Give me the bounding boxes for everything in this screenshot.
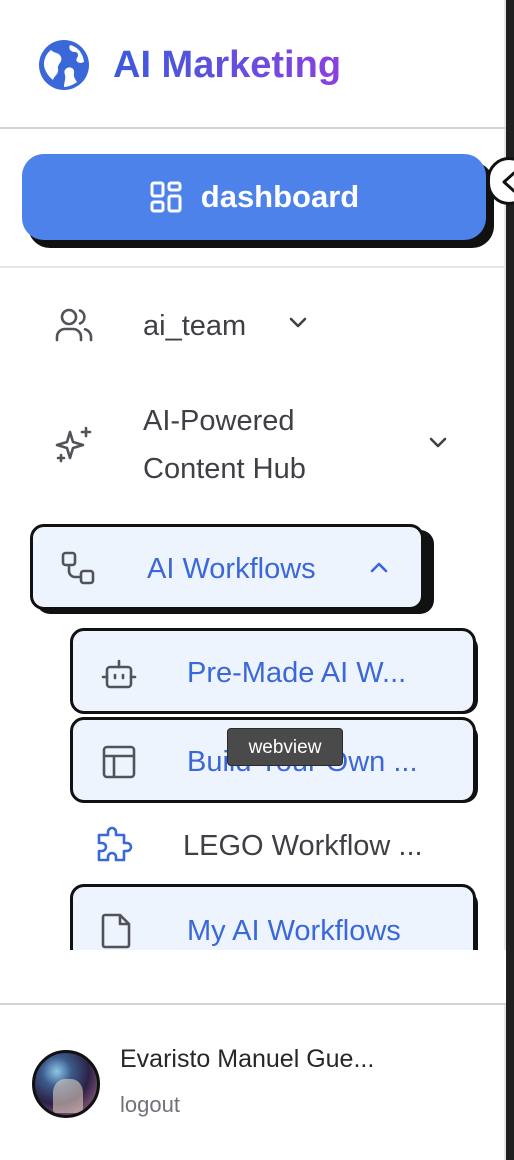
nav-item-ai-workflows[interactable]: AI Workflows [30,524,434,614]
footer-divider [0,1003,506,1005]
workflow-icon [61,551,95,585]
brand-title: AI Marketing [113,40,341,90]
chevron-up-icon [370,562,388,573]
sidebar: AI Marketing dashboard ai_team AI-Powere… [0,0,506,1160]
scroll-clip [0,950,506,1004]
users-icon [55,308,93,342]
nav-label-content-hub-line2: Content Hub [143,453,306,485]
user-name: Evaristo Manuel Gue... [120,1045,375,1073]
layout-template-icon [102,745,136,779]
submenu-label-pre-made: Pre-Made AI W... [187,657,407,689]
tooltip: webview [227,728,343,766]
layout-grid-icon [150,181,182,213]
avatar[interactable] [32,1050,100,1118]
globe-icon [39,40,89,90]
nav-label-ai-team: ai_team [143,310,247,342]
submenu-item-pre-made-button[interactable]: Pre-Made AI W... [70,628,476,714]
submenu-label-lego-workflow: LEGO Workflow ... [183,830,423,862]
sidebar-header: AI Marketing [0,0,506,129]
dashboard-button[interactable]: dashboard [22,154,486,240]
dashboard-button-wrap: dashboard [22,154,494,248]
file-icon [101,913,131,949]
sparkles-icon [55,426,92,463]
dashboard-label: dashboard [200,179,360,214]
bot-icon [101,659,137,689]
divider [0,266,506,268]
submenu-item-pre-made[interactable]: Pre-Made AI W... [70,628,478,718]
nav-label-content-hub-line1: AI-Powered [143,405,295,437]
nav-label-ai-workflows: AI Workflows [147,553,316,585]
submenu-label-my-ai-workflows: My AI Workflows [187,915,401,947]
chevron-left-icon [502,171,514,193]
puzzle-icon [97,826,133,862]
chevron-down-icon [429,437,447,448]
chevron-down-icon [289,317,307,328]
logout-link[interactable]: logout [120,1088,180,1122]
nav-item-ai-workflows-button[interactable]: AI Workflows [30,524,424,610]
